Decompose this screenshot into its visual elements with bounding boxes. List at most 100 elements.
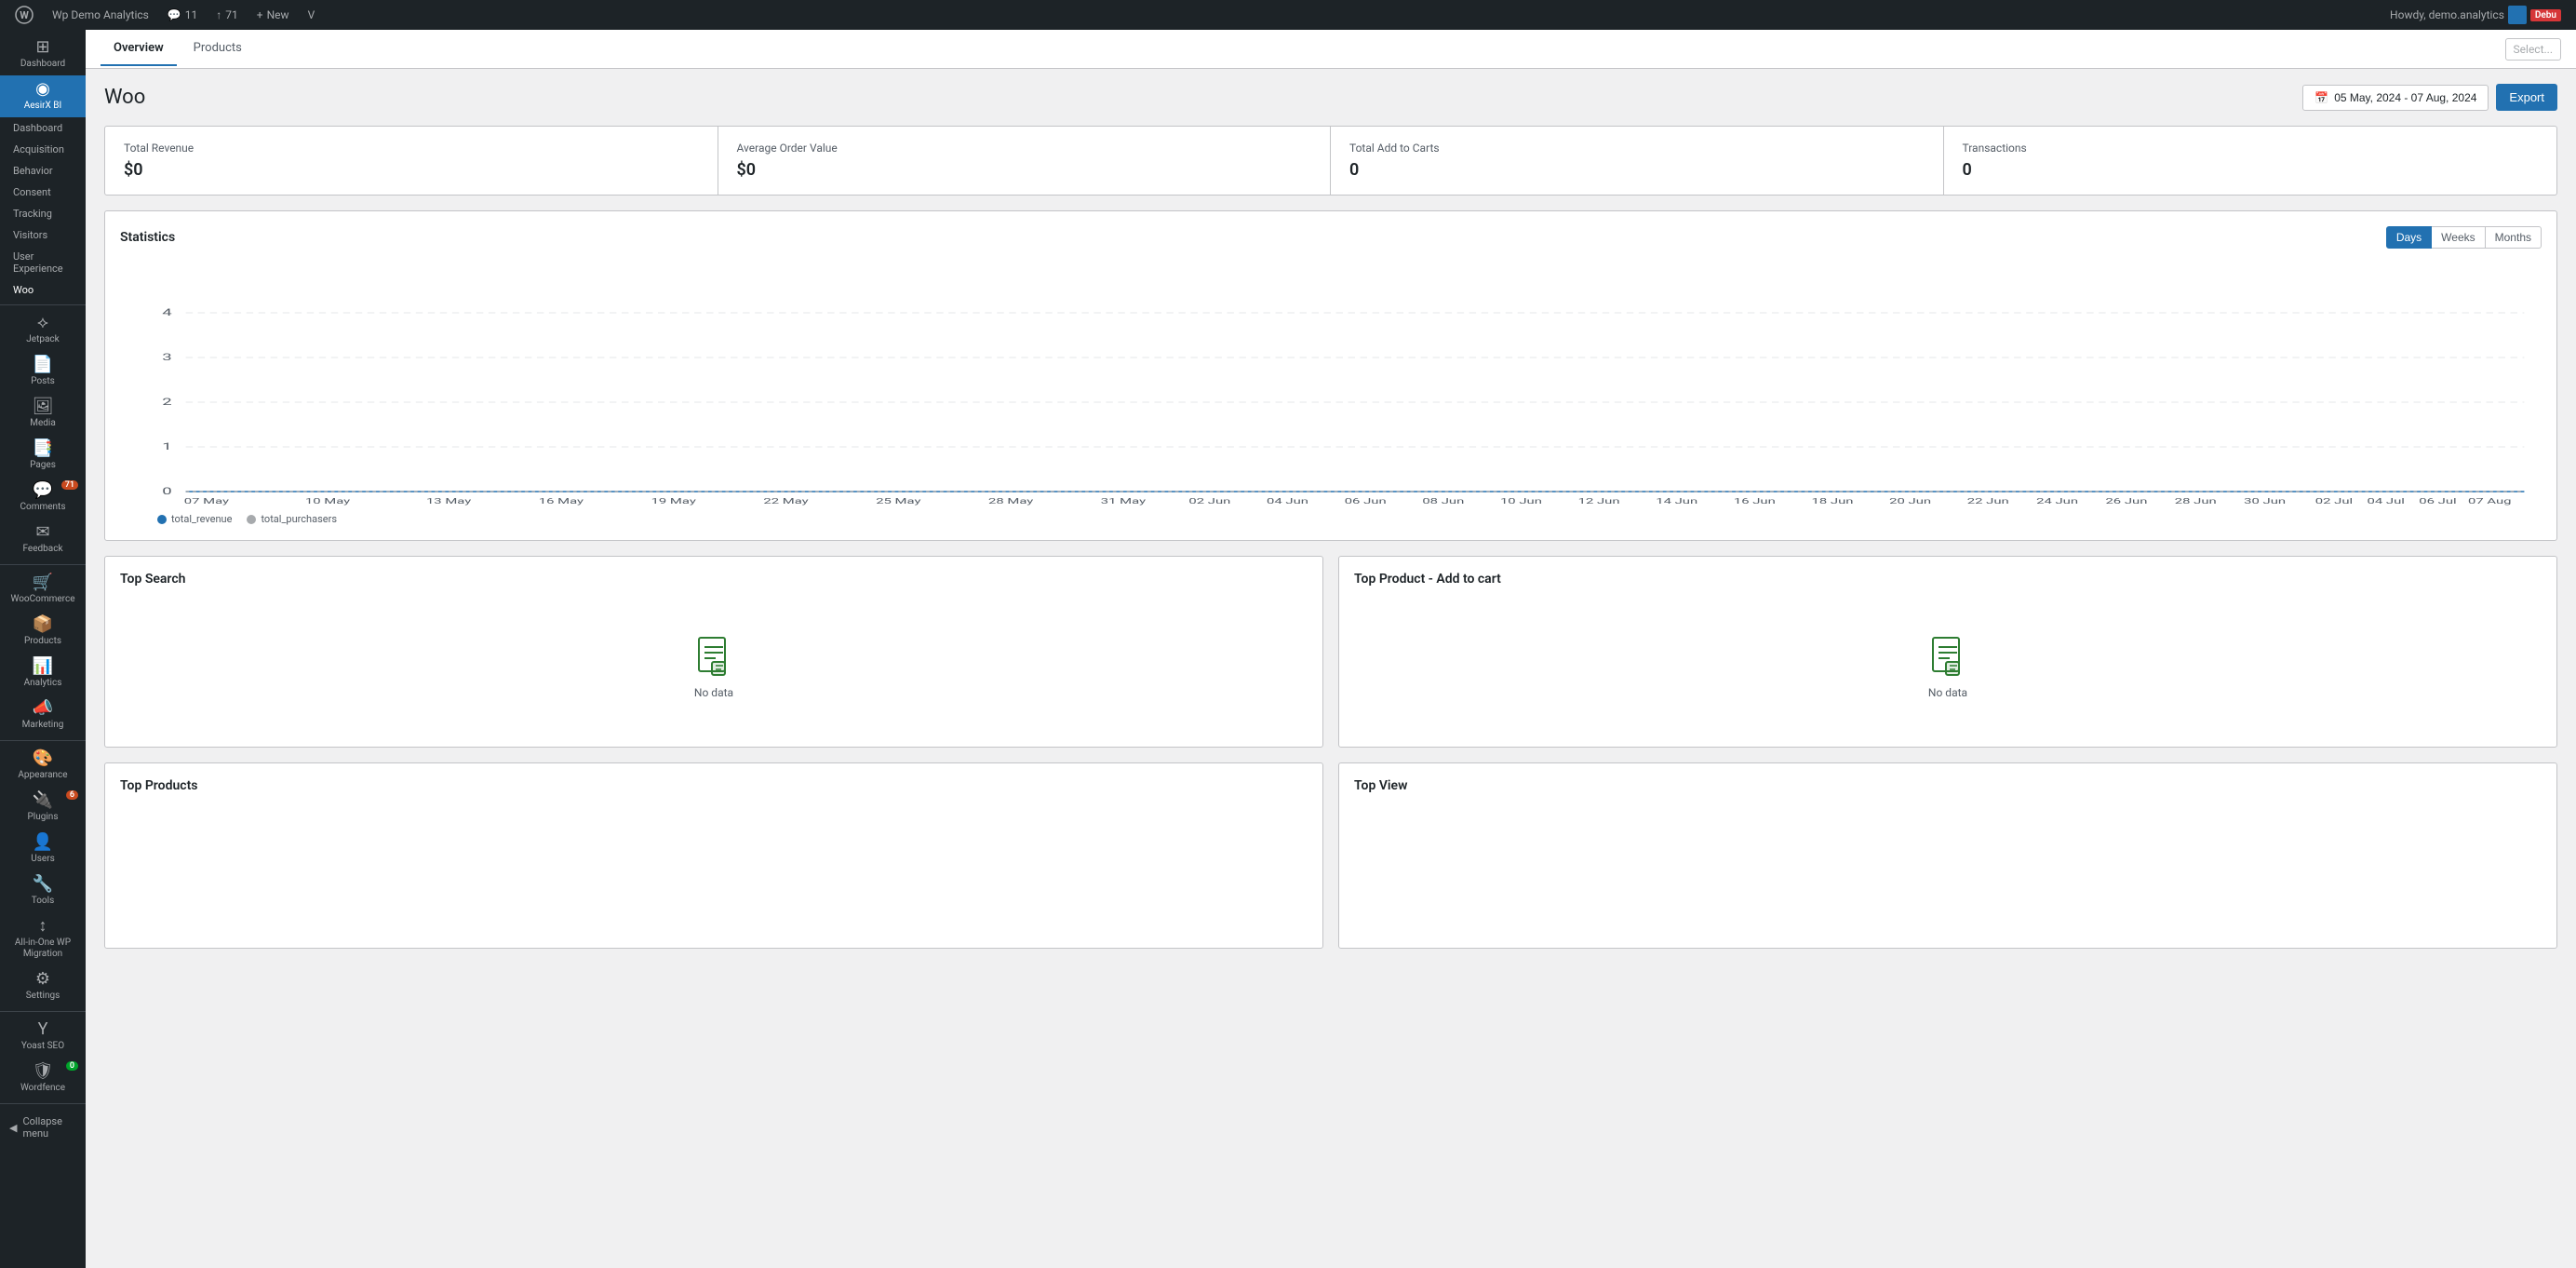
submenu-acquisition-label: Acquisition <box>13 143 64 155</box>
top-search-title: Top Search <box>120 572 1308 587</box>
sidebar-item-tools[interactable]: 🔧 Tools <box>0 870 86 912</box>
svg-text:04 Jun: 04 Jun <box>1267 497 1308 506</box>
svg-text:3: 3 <box>162 352 171 363</box>
top-product-no-data-text: No data <box>1928 686 1967 699</box>
sidebar-item-yoast-seo[interactable]: Y Yoast SEO <box>0 1016 86 1058</box>
svg-text:06 Jun: 06 Jun <box>1345 497 1387 506</box>
collapse-menu-button[interactable]: ◀ Collapse menu <box>0 1108 86 1147</box>
submenu-visitors-label: Visitors <box>13 229 47 241</box>
sidebar-item-plugins[interactable]: 🔌 Plugins 6 <box>0 787 86 829</box>
chart-svg: 0 1 2 3 4 07 May 10 May 1 <box>120 263 2542 506</box>
sidebar-item-dashboard[interactable]: ⊞ Dashboard <box>0 34 86 75</box>
comments-menu-icon: 💬 <box>33 482 53 499</box>
sidebar-item-marketing[interactable]: 📣 Marketing <box>0 695 86 736</box>
sidebar-item-all-in-one[interactable]: ↕ All-in-One WP Migration <box>0 912 86 965</box>
top-search-section: Top Search No data <box>104 556 1323 748</box>
sidebar-submenu-dashboard[interactable]: Dashboard <box>0 117 86 139</box>
export-button[interactable]: Export <box>2496 84 2557 111</box>
sidebar-item-wordfence[interactable]: 🛡 Wordfence 0 <box>0 1058 86 1099</box>
users-icon: 👤 <box>33 834 53 851</box>
sidebar-item-analytics-label: Analytics <box>24 678 62 689</box>
adminbar-wp-logo[interactable]: W <box>7 0 41 30</box>
woocommerce-icon: 🛒 <box>33 574 53 591</box>
sidebar-item-posts[interactable]: 📄 Posts <box>0 351 86 393</box>
site-name-label: Wp Demo Analytics <box>52 8 149 21</box>
svg-text:26 Jun: 26 Jun <box>2105 497 2147 506</box>
sidebar-item-analytics[interactable]: 📊 Analytics <box>0 653 86 695</box>
sidebar-item-woocommerce[interactable]: 🛒 WooCommerce <box>0 569 86 611</box>
sidebar-item-aesirx-bi[interactable]: ◉ AesirX BI <box>0 75 86 117</box>
sidebar-submenu-visitors[interactable]: Visitors <box>0 224 86 246</box>
svg-text:06 Jul: 06 Jul <box>2419 497 2456 506</box>
tab-products[interactable]: Products <box>181 32 255 66</box>
sidebar-submenu-woo[interactable]: Woo <box>0 279 86 301</box>
tools-icon: 🔧 <box>33 876 53 893</box>
svg-text:20 Jun: 20 Jun <box>1889 497 1931 506</box>
all-in-one-icon: ↕ <box>39 918 47 935</box>
sidebar-item-comments-label: Comments <box>20 502 65 513</box>
sidebar-submenu-behavior[interactable]: Behavior <box>0 160 86 182</box>
time-btn-months[interactable]: Months <box>2486 226 2542 249</box>
legend-total-revenue: total_revenue <box>157 513 232 525</box>
sidebar-item-users[interactable]: 👤 Users <box>0 829 86 870</box>
page-content: Woo 📅 05 May, 2024 - 07 Aug, 2024 Export… <box>86 69 2576 1268</box>
settings-icon: ⚙ <box>35 971 50 988</box>
select-dropdown[interactable]: Select... <box>2505 38 2561 61</box>
sidebar-submenu-user-experience[interactable]: User Experience <box>0 246 86 279</box>
svg-text:2: 2 <box>162 397 171 408</box>
stat-label-add-to-carts: Total Add to Carts <box>1349 142 1925 155</box>
stat-card-avg-order: Average Order Value $0 <box>718 127 1332 195</box>
calendar-icon: 📅 <box>2314 91 2328 104</box>
svg-text:4: 4 <box>162 307 172 318</box>
avatar <box>2508 6 2527 24</box>
adminbar-comments[interactable]: 💬 11 <box>160 0 205 30</box>
sidebar-item-products[interactable]: 📦 Products <box>0 611 86 653</box>
time-btn-days[interactable]: Days <box>2386 226 2432 249</box>
sidebar-item-pages-label: Pages <box>30 460 56 471</box>
svg-text:16 May: 16 May <box>539 497 584 506</box>
wordfence-badge: 0 <box>66 1061 78 1071</box>
sidebar-item-users-label: Users <box>31 854 55 865</box>
chart-legend: total_revenue total_purchasers <box>120 513 2542 525</box>
stat-value-total-revenue: $0 <box>124 160 699 180</box>
top-view-section: Top View <box>1338 762 2557 949</box>
sidebar-item-tools-label: Tools <box>32 896 54 907</box>
sidebar-item-settings-label: Settings <box>26 991 60 1002</box>
new-label: New <box>267 8 289 21</box>
adminbar-aesirx[interactable]: V <box>301 0 323 30</box>
wordfence-icon: 🛡 <box>33 1063 54 1080</box>
comments-badge: 71 <box>61 480 78 490</box>
adminbar-site-name[interactable]: Wp Demo Analytics <box>45 0 156 30</box>
comments-icon: 💬 <box>168 8 181 21</box>
sidebar-item-appearance[interactable]: 🎨 Appearance <box>0 745 86 787</box>
sidebar-item-jetpack[interactable]: ⟡ Jetpack <box>0 309 86 351</box>
date-range-button[interactable]: 📅 05 May, 2024 - 07 Aug, 2024 <box>2302 85 2489 111</box>
sidebar-item-comments[interactable]: 💬 Comments 71 <box>0 477 86 519</box>
time-btn-weeks[interactable]: Weeks <box>2432 226 2485 249</box>
sidebar-submenu-acquisition[interactable]: Acquisition <box>0 139 86 160</box>
sidebar-submenu-tracking[interactable]: Tracking <box>0 203 86 224</box>
svg-text:10 Jun: 10 Jun <box>1500 497 1542 506</box>
adminbar-updates[interactable]: ↑ 71 <box>208 0 246 30</box>
top-products-title: Top Products <box>120 778 1308 793</box>
howdy-text: Howdy, demo.analytics <box>2390 8 2504 21</box>
sidebar-item-pages[interactable]: 📑 Pages <box>0 435 86 477</box>
sidebar-item-dashboard-label: Dashboard <box>20 59 65 70</box>
sidebar-item-media[interactable]: 🖼 Media <box>0 393 86 435</box>
adminbar-new[interactable]: + New <box>249 0 297 30</box>
svg-text:07 May: 07 May <box>184 497 230 506</box>
sidebar-item-settings[interactable]: ⚙ Settings <box>0 965 86 1007</box>
svg-text:30 Jun: 30 Jun <box>2244 497 2286 506</box>
svg-text:13 May: 13 May <box>426 497 472 506</box>
sidebar-submenu-consent[interactable]: Consent <box>0 182 86 203</box>
sidebar-item-feedback[interactable]: ✉ Feedback <box>0 519 86 560</box>
bottom-grid-2: Top Products Top View <box>104 762 2557 949</box>
sidebar-item-appearance-label: Appearance <box>18 770 67 781</box>
sidebar-item-wordfence-label: Wordfence <box>20 1083 65 1094</box>
tab-overview[interactable]: Overview <box>101 32 177 66</box>
plugins-badge: 6 <box>66 790 78 800</box>
statistics-header: Statistics Days Weeks Months <box>120 226 2542 249</box>
svg-text:31 May: 31 May <box>1101 497 1147 506</box>
submenu-woo-label: Woo <box>13 284 34 296</box>
sidebar-item-plugins-label: Plugins <box>28 812 59 823</box>
